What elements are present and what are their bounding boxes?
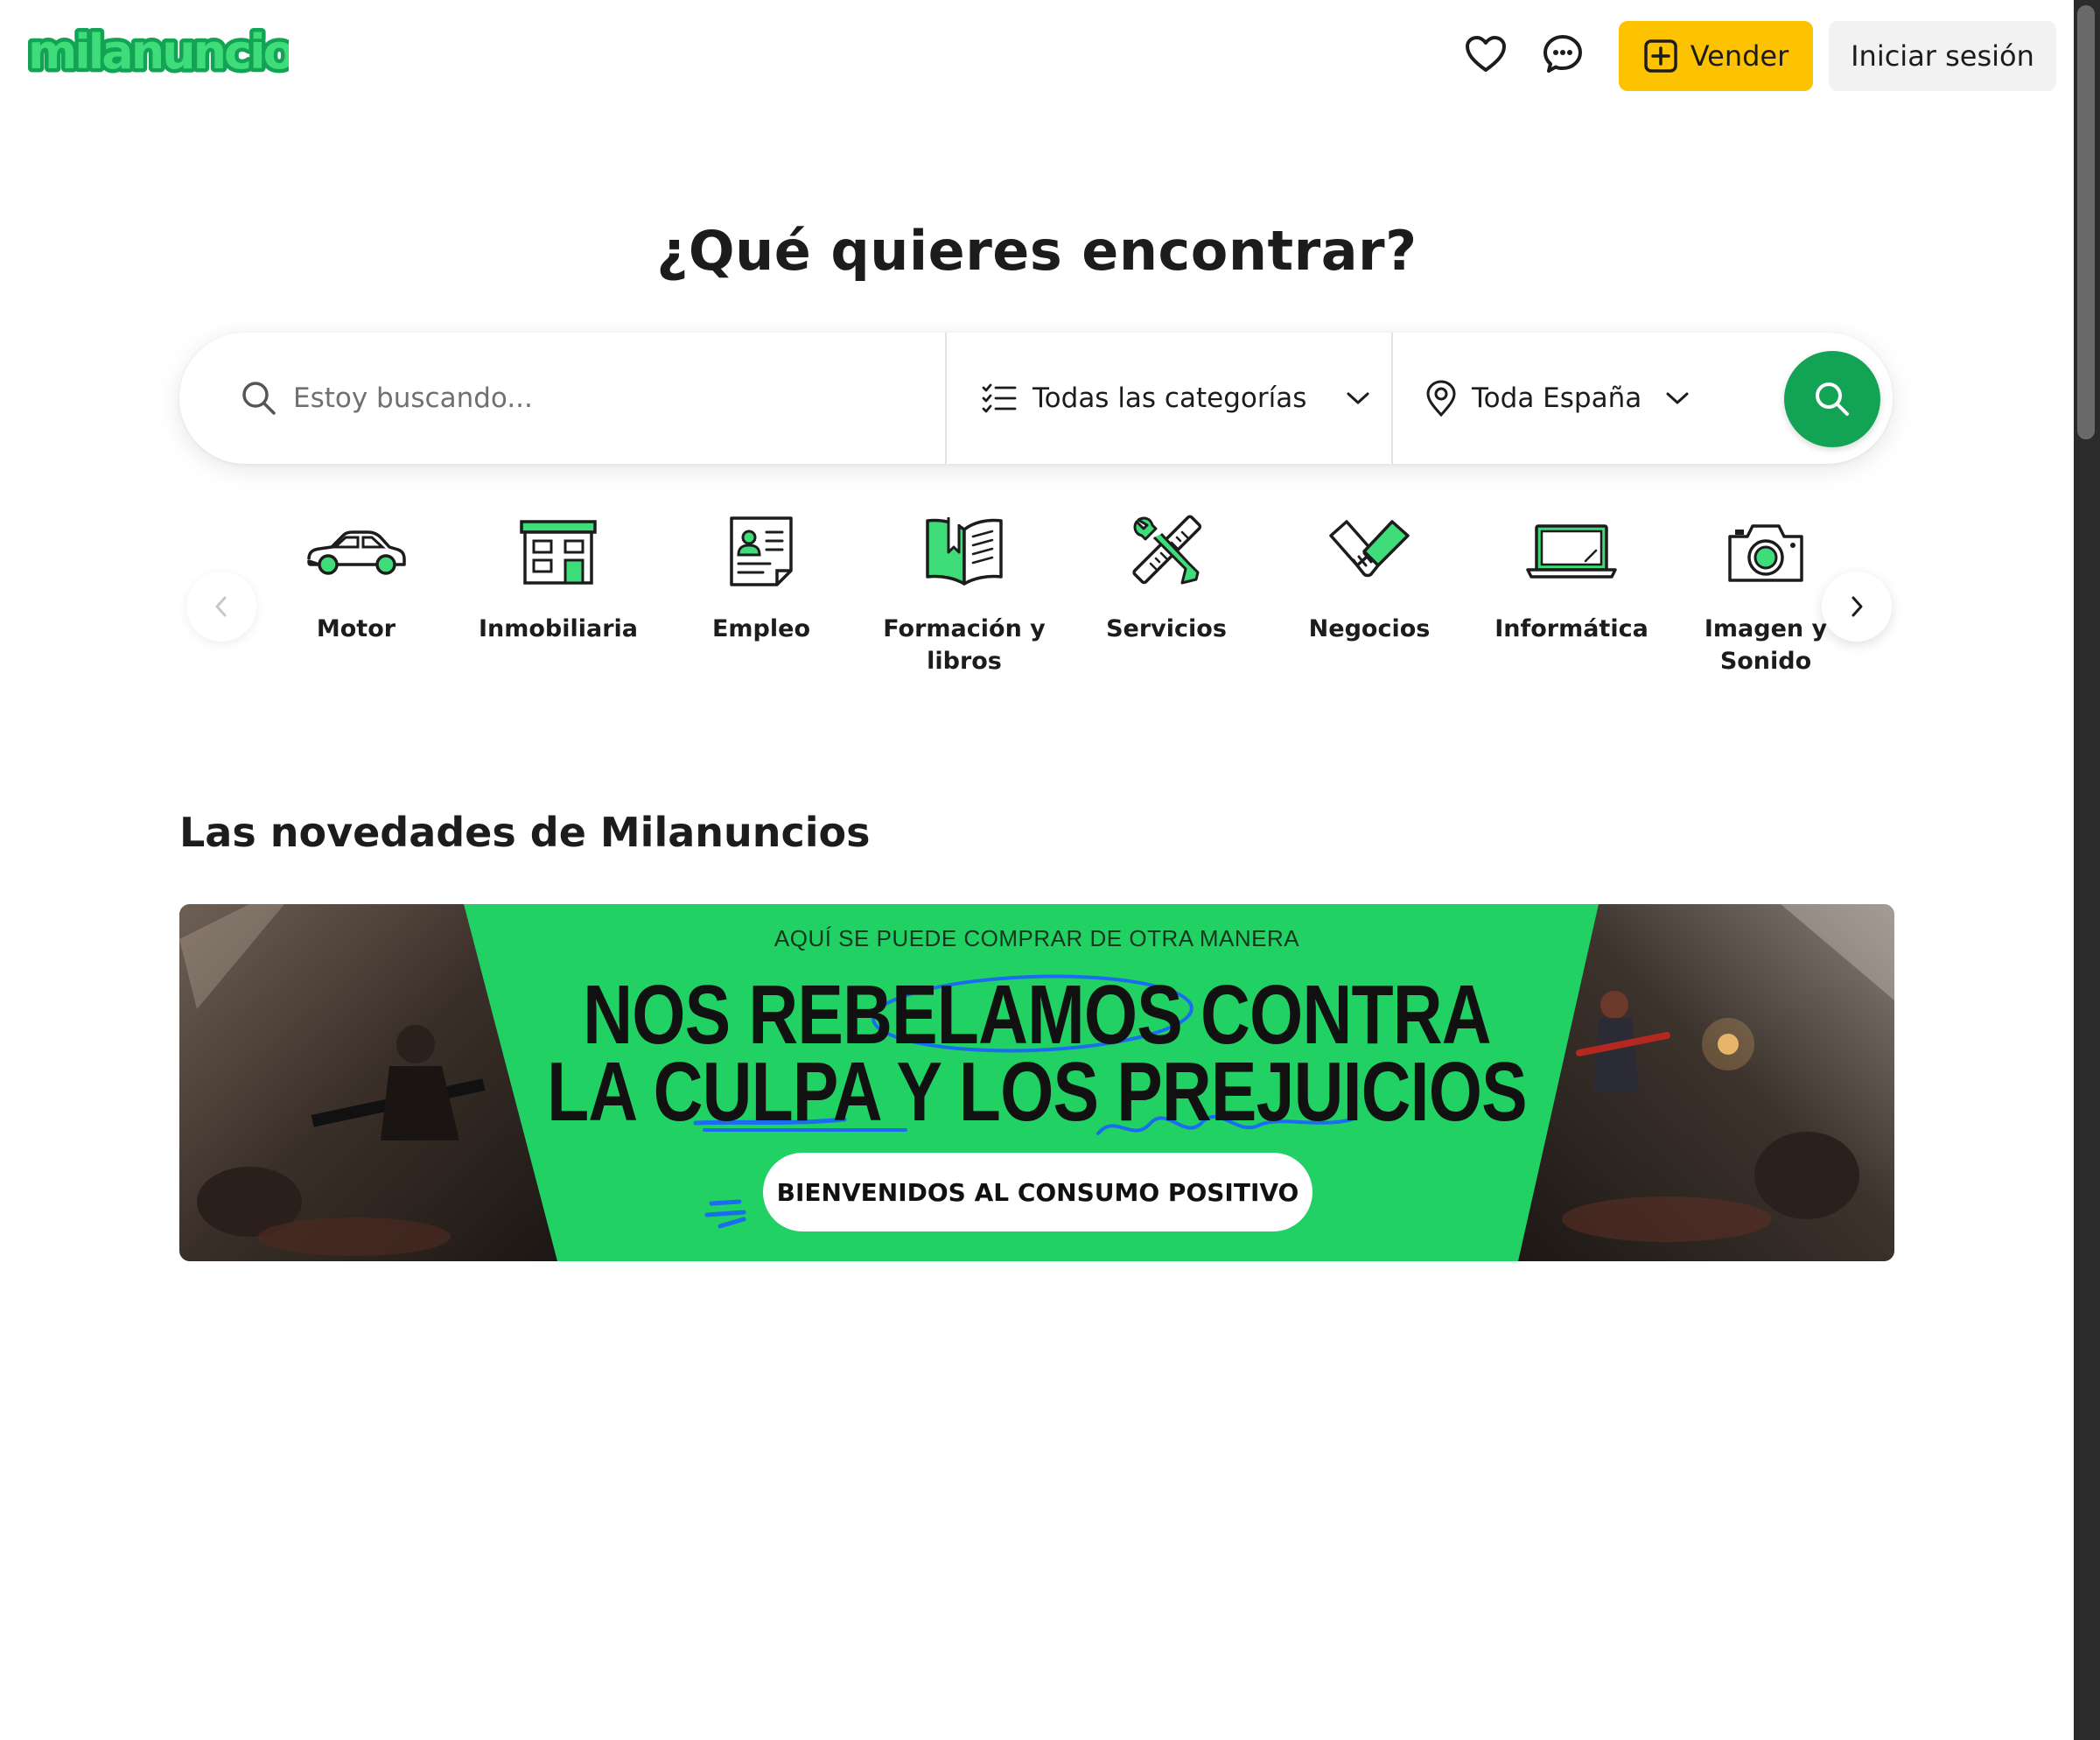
chevron-right-icon [1852, 596, 1863, 617]
list-checks-icon [982, 383, 1017, 413]
page-title: ¿Qué quieres encontrar? [656, 219, 1418, 283]
favorites-button[interactable] [1463, 32, 1508, 77]
book-icon [907, 508, 1021, 595]
category-label: Formación y libros [883, 615, 1046, 675]
category-label: Negocios [1308, 615, 1431, 642]
location-select[interactable]: Toda España [1393, 333, 1760, 464]
category-label: Informática [1494, 615, 1648, 642]
search-icon [242, 382, 276, 415]
building-icon [501, 508, 615, 595]
category-item-formacion[interactable]: Formación y libros [868, 508, 1060, 677]
scrollbar-thumb[interactable] [2077, 5, 2095, 439]
svg-text:milanuncios: milanuncios [28, 26, 289, 79]
heart-icon [1466, 36, 1506, 72]
handshake-icon [1312, 508, 1426, 595]
category-select[interactable]: Todas las categorías [947, 333, 1391, 464]
search-bar: Todas las categorías Toda España [179, 333, 1893, 464]
search-submit-button[interactable] [1784, 351, 1880, 447]
location-select-value: Toda España [1472, 382, 1642, 414]
category-item-informatica[interactable]: Informática [1475, 508, 1668, 645]
camera-icon [1709, 508, 1823, 595]
banner-cta-button[interactable]: BIENVENIDOS AL CONSUMO POSITIVO [763, 1153, 1312, 1231]
promo-banner[interactable]: AQUÍ SE PUEDE COMPRAR DE OTRA MANERA NOS… [179, 904, 1894, 1261]
search-input-wrapper [179, 333, 945, 464]
chevron-down-icon [1666, 392, 1689, 404]
category-item-negocios[interactable]: Negocios [1273, 508, 1466, 645]
banner-cta-label: BIENVENIDOS AL CONSUMO POSITIVO [776, 1177, 1299, 1207]
chevron-left-icon [215, 596, 227, 617]
sell-button-label: Vender [1690, 39, 1789, 73]
category-label: Motor [316, 615, 396, 642]
category-select-value: Todas las categorías [1032, 382, 1307, 414]
login-button[interactable]: Iniciar sesión [1829, 21, 2056, 91]
banner-headline-line2: LA CULPA Y LOS PREJUICIOS [547, 1045, 1527, 1139]
chat-icon [1544, 35, 1582, 73]
category-item-servicios[interactable]: Servicios [1070, 508, 1263, 645]
search-icon [1816, 382, 1849, 416]
category-item-empleo[interactable]: Empleo [665, 508, 858, 645]
messages-button[interactable] [1540, 32, 1586, 77]
page-scrollbar[interactable] [2074, 0, 2100, 1740]
resume-icon [704, 508, 818, 595]
milanuncios-logo[interactable]: milanuncios milanuncios [26, 26, 289, 84]
tools-icon [1110, 508, 1223, 595]
site-header: milanuncios milanuncios Vender Iniciar s… [0, 0, 2074, 112]
category-item-motor[interactable]: Motor [260, 508, 452, 645]
category-carousel: Motor Inmobiliaria Empleo Formación y li… [179, 508, 1894, 700]
logo-wordmark: milanuncios milanuncios [26, 26, 289, 79]
category-label: Inmobiliaria [478, 615, 639, 642]
category-label: Servicios [1106, 615, 1227, 642]
category-label: Empleo [711, 615, 811, 642]
category-item-inmobiliaria[interactable]: Inmobiliaria [462, 508, 654, 645]
car-icon [299, 508, 413, 595]
search-input[interactable] [293, 382, 906, 414]
login-button-label: Iniciar sesión [1851, 39, 2034, 73]
section-title: Las novedades de Milanuncios [179, 809, 871, 856]
laptop-icon [1515, 508, 1628, 595]
location-pin-icon [1426, 380, 1456, 417]
sell-button[interactable]: Vender [1619, 21, 1813, 91]
chevron-down-icon [1347, 392, 1369, 404]
plus-square-icon [1643, 39, 1677, 73]
carousel-next-button[interactable] [1822, 572, 1892, 642]
carousel-prev-button[interactable] [186, 572, 256, 642]
